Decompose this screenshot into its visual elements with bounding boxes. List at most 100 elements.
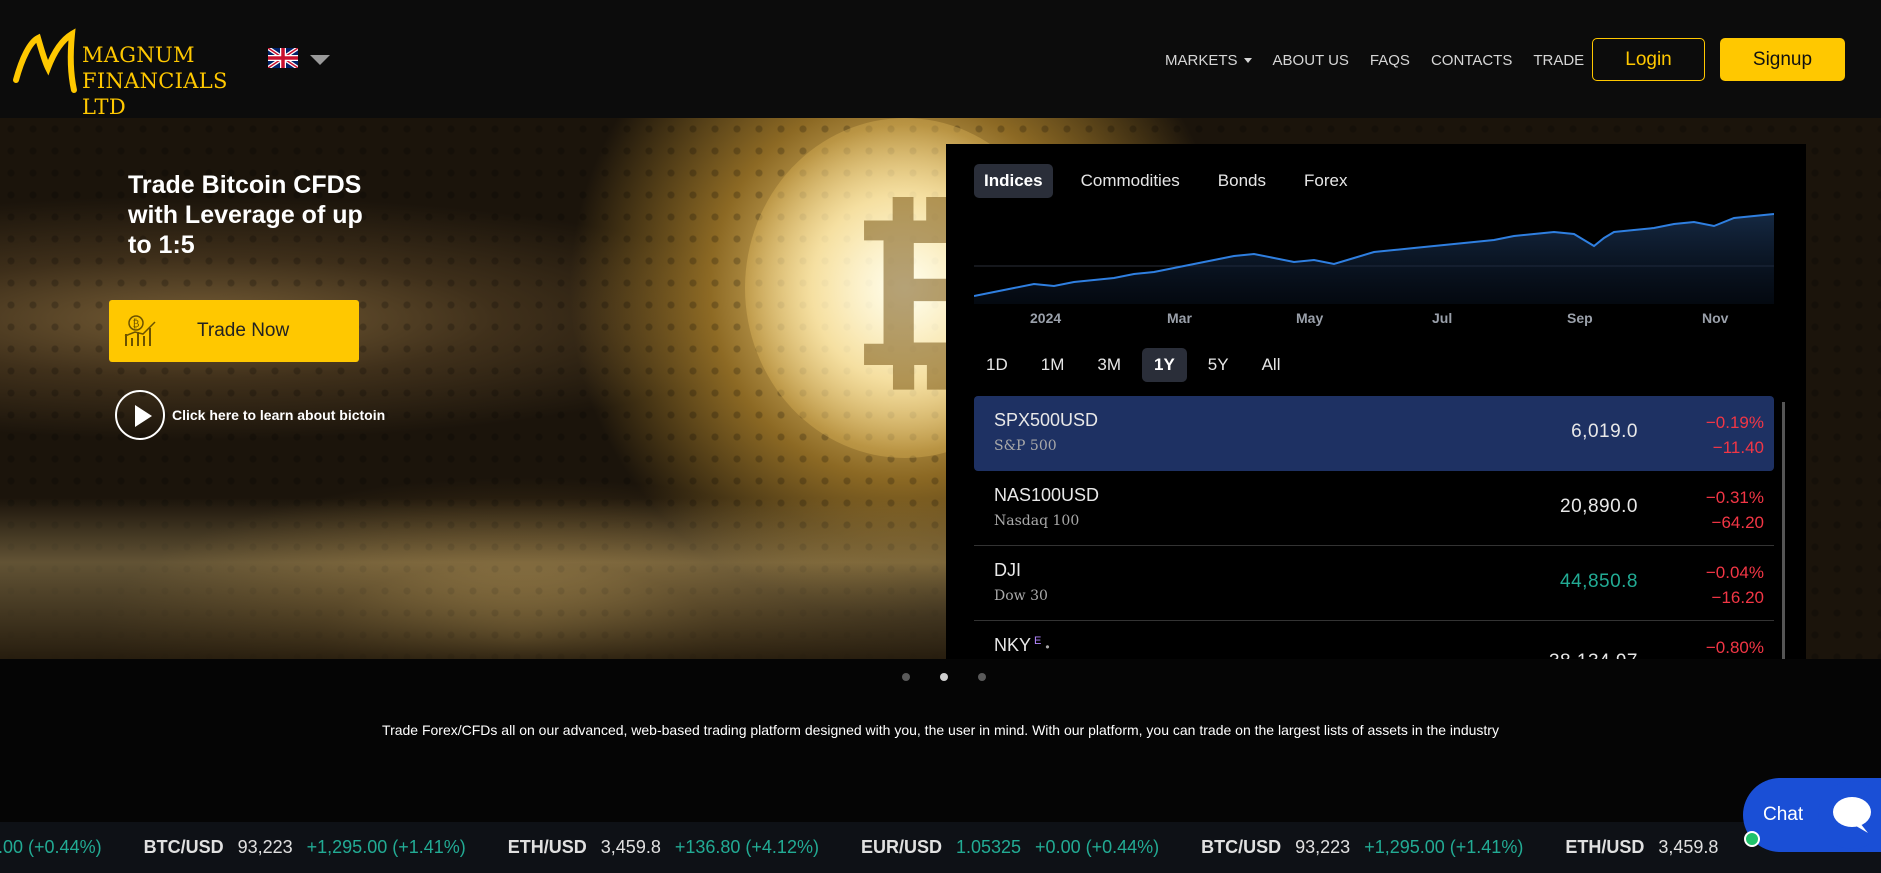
change-percent: −0.31%	[1705, 488, 1764, 507]
carousel-dot[interactable]	[978, 673, 986, 681]
ticker-item[interactable]: EUR/USD 1.05325 +0.00 (+0.44%)	[861, 837, 1159, 858]
nav-contacts[interactable]: CONTACTS	[1431, 50, 1512, 70]
nav-trade[interactable]: TRADE	[1533, 50, 1584, 70]
ticker-price: 3,459.8	[600, 837, 661, 857]
index-line-chart	[974, 213, 1774, 304]
symbol-description: Nasdaq 100	[994, 513, 1080, 529]
symbol-list: SPX500USD S&P 500 6,019.0 −0.19% −11.40 …	[974, 396, 1774, 659]
market-overview-widget: Indices Commodities Bonds Forex 2024 Mar…	[946, 144, 1806, 659]
symbol-row[interactable]: NAS100USD Nasdaq 100 20,890.0 −0.31% −64…	[974, 471, 1774, 546]
circuit-board-image	[0, 498, 950, 659]
symbol-change: −0.19% −11.40	[1706, 410, 1764, 460]
symbol-list-scrollbar[interactable]	[1782, 402, 1785, 659]
symbol-price: 38,134.97	[1549, 651, 1638, 659]
symbol-change: −0.04% −16.20	[1706, 560, 1764, 610]
nav-faqs[interactable]: FAQS	[1370, 50, 1410, 70]
chat-button[interactable]: Chat	[1743, 778, 1881, 852]
tab-bonds[interactable]: Bonds	[1208, 164, 1276, 198]
symbol-description: S&P 500	[994, 438, 1057, 454]
chevron-down-icon	[310, 55, 330, 65]
change-absolute: −11.40	[1712, 438, 1764, 457]
symbol-ticker-text: NKY	[994, 635, 1032, 655]
trade-now-button[interactable]: ₿ Trade Now	[109, 300, 359, 362]
market-tabs: Indices Commodities Bonds Forex	[974, 164, 1375, 198]
uk-flag-icon	[268, 48, 298, 68]
ticker-change: +136.80 (+4.12%)	[674, 837, 819, 857]
tab-indices[interactable]: Indices	[974, 164, 1053, 198]
trade-now-label: Trade Now	[197, 320, 290, 341]
learn-bitcoin-video-link[interactable]: Click here to learn about bictoin	[115, 390, 385, 440]
month-label: Mar	[1167, 310, 1192, 326]
bitcoin-growth-chart-icon: ₿	[124, 315, 156, 346]
symbol-ticker: SPX500USD	[994, 410, 1099, 430]
change-percent: −0.80%	[1705, 638, 1764, 657]
price-ticker: 0.00 (+0.44%) BTC/USD 93,223 +1,295.00 (…	[0, 822, 1881, 873]
symbol-row[interactable]: SPX500USD S&P 500 6,019.0 −0.19% −11.40	[974, 396, 1774, 471]
symbol-description: Dow 30	[994, 588, 1048, 604]
ticker-item[interactable]: BTC/USD 93,223 +1,295.00 (+1.41%)	[144, 837, 466, 858]
signup-button[interactable]: Signup	[1720, 38, 1845, 81]
nav-about-us[interactable]: ABOUT US	[1273, 50, 1349, 70]
month-label: Jul	[1432, 310, 1453, 326]
symbol-price: 6,019.0	[1571, 421, 1638, 442]
range-1m[interactable]: 1M	[1029, 348, 1077, 382]
symbol-change: −0.80%	[1706, 635, 1764, 659]
brand-name-line2: FINANCIALS LTD	[82, 69, 228, 119]
change-percent: −0.19%	[1705, 413, 1764, 432]
symbol-price: 20,890.0	[1560, 496, 1638, 517]
brand-name-line1: MAGNUM	[82, 43, 195, 67]
ticker-item[interactable]: 0.00 (+0.44%)	[0, 837, 102, 858]
range-5y[interactable]: 5Y	[1196, 348, 1241, 382]
range-all[interactable]: All	[1250, 348, 1293, 382]
online-status-icon	[1744, 831, 1760, 847]
symbol-row[interactable]: NKYE• 38,134.97 −0.80%	[974, 621, 1774, 659]
brand-logo[interactable]: MAGNUM FINANCIALS LTD	[12, 28, 252, 119]
symbol-ticker: NKY E •	[994, 635, 1050, 656]
chevron-down-icon	[1243, 57, 1252, 63]
ticker-item[interactable]: ETH/USD 3,459.8	[1565, 837, 1718, 858]
play-icon	[115, 390, 165, 440]
tab-forex[interactable]: Forex	[1294, 164, 1357, 198]
site-header: MAGNUM FINANCIALS LTD MARKETS ABOUT US F…	[0, 0, 1881, 119]
change-percent: −0.04%	[1705, 563, 1764, 582]
learn-bitcoin-label: Click here to learn about bictoin	[172, 407, 386, 423]
ticker-item[interactable]: BTC/USD 93,223 +1,295.00 (+1.41%)	[1201, 837, 1523, 858]
change-absolute: −64.20	[1711, 513, 1764, 532]
ticker-item[interactable]: ETH/USD 3,459.8 +136.80 (+4.12%)	[508, 837, 819, 858]
range-1d[interactable]: 1D	[974, 348, 1020, 382]
nav-markets[interactable]: MARKETS	[1165, 50, 1252, 70]
tab-commodities[interactable]: Commodities	[1071, 164, 1190, 198]
hero-title: Trade Bitcoin CFDS with Leverage of up t…	[128, 171, 363, 259]
exchange-badge: E	[1034, 635, 1042, 647]
svg-text:₿: ₿	[133, 318, 140, 330]
ticker-change: +1,295.00 (+1.41%)	[1364, 837, 1524, 857]
login-button[interactable]: Login	[1592, 38, 1705, 81]
ticker-symbol: ETH/USD	[1565, 837, 1645, 857]
status-dot-icon: •	[1045, 640, 1050, 654]
ticker-symbol: BTC/USD	[143, 837, 224, 857]
language-selector[interactable]	[268, 47, 332, 71]
carousel-dot[interactable]	[902, 673, 910, 681]
symbol-price: 44,850.8	[1560, 571, 1638, 592]
range-3m[interactable]: 3M	[1085, 348, 1133, 382]
carousel-dot-active[interactable]	[940, 673, 948, 681]
ticker-change: +1,295.00 (+1.41%)	[306, 837, 466, 857]
chart-x-axis: 2024 Mar May Jul Sep Nov	[974, 310, 1774, 330]
month-label: May	[1296, 310, 1324, 326]
ticker-price: 93,223	[1295, 837, 1351, 857]
ticker-symbol: EUR/USD	[860, 837, 942, 857]
range-1y[interactable]: 1Y	[1141, 348, 1187, 382]
symbol-change: −0.31% −64.20	[1706, 485, 1764, 535]
change-absolute: −16.20	[1711, 588, 1764, 607]
chat-label: Chat	[1763, 804, 1804, 825]
nav-markets-label: MARKETS	[1165, 51, 1238, 69]
magnum-logo-mark-icon	[13, 28, 77, 93]
ticker-price: 93,223	[237, 837, 293, 857]
ticker-symbol: BTC/USD	[1201, 837, 1282, 857]
ticker-change: 0.00 (+0.44%)	[0, 837, 102, 857]
symbol-row[interactable]: DJI Dow 30 44,850.8 −0.04% −16.20	[974, 546, 1774, 621]
brand-name: MAGNUM FINANCIALS LTD	[82, 42, 252, 120]
month-label: Sep	[1567, 310, 1593, 326]
speech-bubble-icon	[1833, 797, 1871, 833]
ticker-symbol: ETH/USD	[507, 837, 587, 857]
